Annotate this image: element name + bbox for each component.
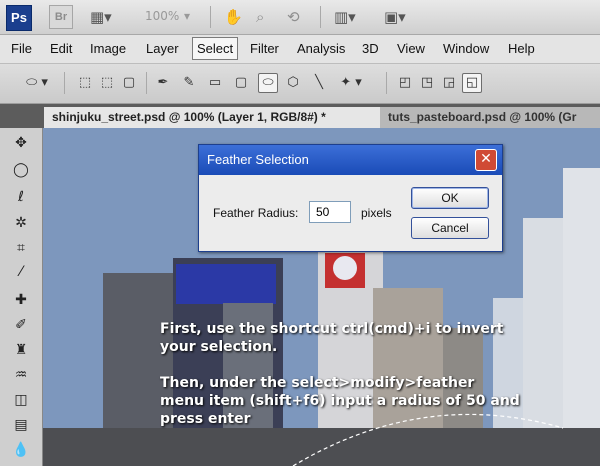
line-icon[interactable]: ╲ xyxy=(310,74,328,92)
shape-layers-icon[interactable]: ⬚ xyxy=(76,74,94,92)
zoom-icon[interactable]: ⌕ xyxy=(256,7,264,27)
menu-filter[interactable]: Filter xyxy=(250,41,279,56)
menu-edit[interactable]: Edit xyxy=(50,41,72,56)
marquee-tool-icon[interactable]: ◯ xyxy=(10,159,32,181)
ok-button[interactable]: OK xyxy=(411,187,489,209)
lasso-tool-icon[interactable]: ℓ xyxy=(10,186,32,208)
menu-window[interactable]: Window xyxy=(443,41,489,56)
brush-tool-icon[interactable]: ✐ xyxy=(10,314,32,336)
application-bar: Ps Br ▦▾ 100% ▾ ✋ ⌕ ⟲ ▥▾ ▣▾ xyxy=(0,0,600,35)
dialog-title: Feather Selection xyxy=(207,152,309,167)
rounded-rectangle-icon[interactable]: ▢ xyxy=(232,74,250,92)
feather-unit-label: pixels xyxy=(361,206,392,220)
move-tool-icon[interactable]: ✥ xyxy=(10,132,32,154)
instruction-text: First, use the shortcut ctrl(cmd)+i to i… xyxy=(160,320,520,446)
fill-pixels-icon[interactable]: ▢ xyxy=(120,74,138,92)
zoom-level[interactable]: 100% xyxy=(145,9,179,23)
arrange-icon[interactable]: ▥▾ xyxy=(334,7,356,27)
separator xyxy=(146,72,147,94)
screen-mode-icon[interactable]: ▣▾ xyxy=(384,7,406,27)
separator xyxy=(386,72,387,94)
menu-analysis[interactable]: Analysis xyxy=(297,41,345,56)
cancel-button[interactable]: Cancel xyxy=(411,217,489,239)
rotate-icon[interactable]: ⟲ xyxy=(287,7,300,27)
tab-label: tuts_pasteboard.psd @ 100% (Gr xyxy=(388,110,577,124)
tool-preset-picker[interactable]: ⬭ ▾ xyxy=(22,74,52,92)
tab-shinjuku-street[interactable]: shinjuku_street.psd @ 100% (Layer 1, RGB… xyxy=(44,107,394,128)
film-icon[interactable]: ▦▾ xyxy=(90,7,112,27)
clone-stamp-tool-icon[interactable]: ♜ xyxy=(10,339,32,361)
close-icon[interactable]: ✕ xyxy=(475,149,497,171)
menu-bar: File Edit Image Layer Select Filter Anal… xyxy=(0,35,600,64)
menu-view[interactable]: View xyxy=(397,41,425,56)
ellipse-icon[interactable]: ⬭ xyxy=(258,73,278,93)
menu-help[interactable]: Help xyxy=(508,41,535,56)
options-bar: ⬭ ▾ ⬚ ⬚ ▢ ✒ ✎ ▭ ▢ ⬭ ⬡ ╲ ✦ ▾ ◰ ◳ ◲ ◱ xyxy=(0,64,600,104)
eyedropper-tool-icon[interactable]: ⁄ xyxy=(10,261,32,283)
feather-radius-input[interactable] xyxy=(309,201,351,223)
separator xyxy=(64,72,65,94)
subtract-area-icon[interactable]: ◳ xyxy=(418,74,436,92)
separator xyxy=(320,6,321,28)
tab-label: shinjuku_street.psd @ 100% (Layer 1, RGB… xyxy=(52,110,326,124)
instruction-step-2: Then, under the select>modify>feather me… xyxy=(160,375,520,427)
add-to-area-icon[interactable]: ◰ xyxy=(396,74,414,92)
hand-icon[interactable]: ✋ xyxy=(224,7,243,27)
custom-shape-icon[interactable]: ✦ ▾ xyxy=(336,74,366,92)
feather-selection-dialog: Feather Selection ✕ Feather Radius: pixe… xyxy=(198,144,503,252)
pen-icon[interactable]: ✒ xyxy=(154,74,172,92)
menu-select[interactable]: Select xyxy=(192,37,239,60)
menu-file[interactable]: File xyxy=(11,41,32,56)
instruction-step-1: First, use the shortcut ctrl(cmd)+i to i… xyxy=(160,321,504,355)
polygon-icon[interactable]: ⬡ xyxy=(284,74,302,92)
eraser-tool-icon[interactable]: ◫ xyxy=(10,389,32,411)
gradient-tool-icon[interactable]: ▤ xyxy=(10,414,32,436)
menu-image[interactable]: Image xyxy=(90,41,126,56)
zoom-dropdown-icon[interactable]: ▾ xyxy=(184,9,190,23)
menu-layer[interactable]: Layer xyxy=(146,41,179,56)
dialog-title-bar[interactable]: Feather Selection ✕ xyxy=(199,145,502,175)
document-tab-bar: shinjuku_street.psd @ 100% (Layer 1, RGB… xyxy=(0,104,600,128)
menu-3d[interactable]: 3D xyxy=(362,41,379,56)
magic-wand-tool-icon[interactable]: ✲ xyxy=(10,212,32,234)
rectangle-icon[interactable]: ▭ xyxy=(206,74,224,92)
freeform-pen-icon[interactable]: ✎ xyxy=(180,74,198,92)
crop-tool-icon[interactable]: ⌗ xyxy=(10,237,32,259)
healing-brush-tool-icon[interactable]: ✚ xyxy=(10,289,32,311)
intersect-area-icon[interactable]: ◲ xyxy=(440,74,458,92)
photoshop-logo: Ps xyxy=(6,5,32,31)
toolbox: ▸▸ ✥ ◯ ℓ ✲ ⌗ ⁄ ✚ ✐ ♜ ♒ ◫ ▤ 💧 xyxy=(0,104,43,466)
separator xyxy=(210,6,211,28)
history-brush-tool-icon[interactable]: ♒ xyxy=(10,364,32,386)
paths-icon[interactable]: ⬚ xyxy=(98,74,116,92)
exclude-area-icon[interactable]: ◱ xyxy=(462,73,482,93)
bridge-launch-button[interactable]: Br xyxy=(49,5,73,29)
tab-tuts-pasteboard[interactable]: tuts_pasteboard.psd @ 100% (Gr xyxy=(380,107,600,128)
feather-radius-label: Feather Radius: xyxy=(213,206,299,220)
blur-tool-icon[interactable]: 💧 xyxy=(10,439,32,461)
